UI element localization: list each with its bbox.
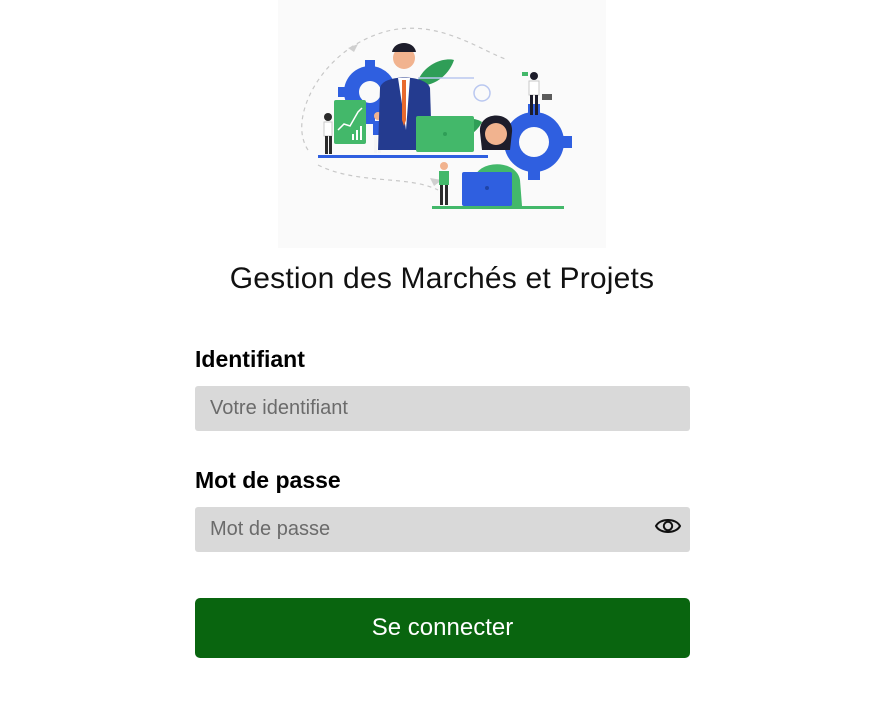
- login-button[interactable]: Se connecter: [195, 598, 690, 658]
- password-wrap: [195, 507, 690, 552]
- username-label: Identifiant: [195, 346, 305, 372]
- password-input[interactable]: [195, 507, 690, 552]
- eye-icon[interactable]: [654, 515, 682, 537]
- team-collaboration-illustration: [301, 27, 572, 209]
- password-label: Mot de passe: [195, 467, 341, 493]
- login-form: Identifiant Mot de passe Se connecter: [195, 344, 690, 658]
- hero-illustration: [278, 0, 606, 248]
- username-input[interactable]: [195, 386, 690, 431]
- username-group: Identifiant: [195, 344, 690, 431]
- username-wrap: [195, 386, 690, 431]
- password-group: Mot de passe: [195, 465, 690, 552]
- app-title: Gestion des Marchés et Projets: [229, 262, 655, 295]
- login-page: Gestion des Marchés et Projets Identifia…: [0, 0, 872, 715]
